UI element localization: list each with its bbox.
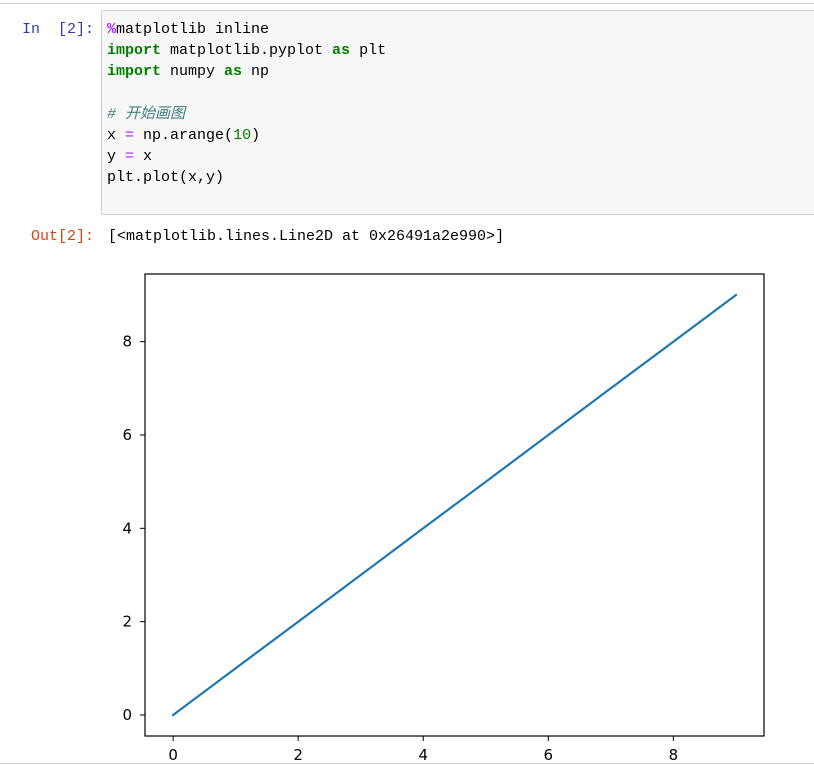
x-tick-label: 6 — [544, 746, 554, 764]
y-tick-label: 4 — [122, 519, 132, 537]
series-line — [171, 293, 738, 717]
line-plot: 0 2 4 6 8 0 2 4 6 8 — [122, 273, 765, 764]
x-tick-label: 0 — [168, 746, 178, 764]
bottom-divider — [0, 763, 814, 764]
y-tick-label: 0 — [122, 706, 132, 724]
y-tick-label: 6 — [122, 426, 132, 444]
x-tick-label: 8 — [669, 746, 679, 764]
y-tick-label: 8 — [122, 333, 132, 351]
y-tick-label: 2 — [122, 613, 132, 631]
x-tick-label: 4 — [418, 746, 428, 764]
x-tick-label: 2 — [293, 746, 303, 764]
